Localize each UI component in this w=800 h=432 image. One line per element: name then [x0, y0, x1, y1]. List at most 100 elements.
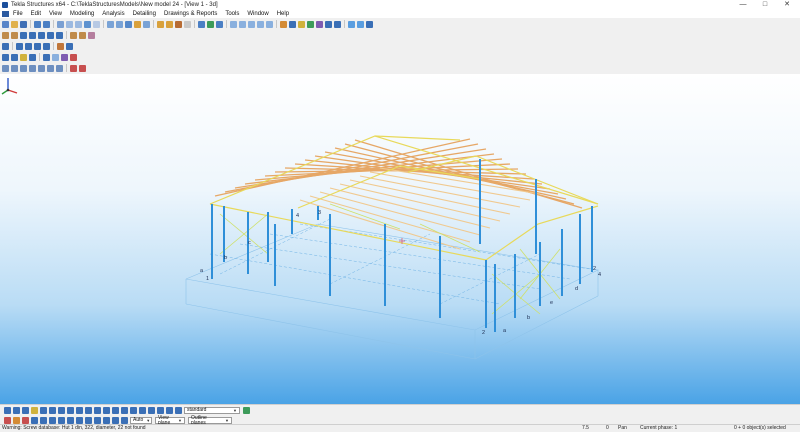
steel-beam-icon[interactable] — [16, 42, 23, 50]
cut-icon[interactable] — [29, 53, 36, 61]
view-plane-icon[interactable] — [116, 20, 123, 28]
plane-dropdown[interactable]: View plane ▼ — [155, 415, 185, 425]
snap-line-extension-icon[interactable] — [76, 417, 83, 424]
component-catalog-icon[interactable] — [157, 20, 164, 28]
redraw-icon[interactable] — [134, 20, 141, 28]
concrete-beam-icon[interactable] — [29, 31, 36, 39]
properties-icon[interactable] — [93, 20, 100, 28]
snap-extension-icon[interactable] — [49, 417, 56, 424]
snap-depth-icon[interactable] — [103, 417, 110, 424]
select-views-icon[interactable] — [58, 407, 65, 414]
undo-icon[interactable] — [34, 20, 41, 28]
close-button[interactable]: ✕ — [776, 0, 798, 9]
select-welds-filter-icon[interactable] — [76, 407, 83, 414]
select-parts-filter-icon[interactable] — [31, 407, 38, 414]
select-assembly-icon[interactable] — [334, 20, 341, 28]
select-assemblies-icon[interactable] — [103, 407, 110, 414]
drawing-list-icon[interactable] — [184, 20, 191, 28]
steel-column-icon[interactable] — [2, 42, 9, 50]
filter-settings-icon[interactable] — [243, 407, 250, 414]
view-window-icon[interactable] — [107, 20, 114, 28]
applications-icon[interactable] — [166, 20, 173, 28]
select-texts-icon[interactable] — [175, 407, 182, 414]
concrete-panel-icon[interactable] — [38, 31, 45, 39]
snap-plane-icon[interactable] — [94, 417, 101, 424]
menu-edit[interactable]: Edit — [31, 11, 41, 17]
select-rebar-icon[interactable] — [121, 407, 128, 414]
snap-perpendicular-icon[interactable] — [56, 64, 63, 72]
menu-tools[interactable]: Tools — [225, 11, 239, 17]
select-all-icon[interactable] — [289, 20, 296, 28]
snap-points-icon[interactable] — [348, 20, 355, 28]
menu-file[interactable]: File — [13, 11, 23, 17]
snap-override-icon[interactable] — [79, 64, 86, 72]
snap-geo-lines-icon[interactable] — [22, 417, 29, 424]
concrete-strip-footing-icon[interactable] — [11, 31, 18, 39]
snap-ref-points-icon[interactable] — [13, 417, 20, 424]
copy-icon[interactable] — [66, 20, 73, 28]
bolt-icon[interactable] — [66, 42, 73, 50]
save-icon[interactable] — [20, 20, 27, 28]
open-model-icon[interactable] — [11, 20, 18, 28]
connection-icon[interactable] — [11, 53, 18, 61]
surface-treatment-icon[interactable] — [61, 53, 68, 61]
select-marks-icon[interactable] — [166, 407, 173, 414]
document-menu-icon[interactable] — [2, 10, 9, 17]
twin-profile-icon[interactable] — [43, 42, 50, 50]
menu-help[interactable]: Help — [277, 11, 289, 17]
snap-lines-icon[interactable] — [357, 20, 364, 28]
model-viewport-3d[interactable]: a 1 b c 4 3 2 a b e d 2 4 — [0, 74, 800, 404]
menu-analysis[interactable]: Analysis — [102, 11, 124, 17]
rebar-icon[interactable] — [56, 31, 63, 39]
select-components-icon[interactable] — [325, 20, 332, 28]
maximize-button[interactable]: □ — [754, 0, 776, 9]
line-icon[interactable] — [248, 20, 255, 28]
select-parts-icon[interactable] — [298, 20, 305, 28]
select-dims-icon[interactable] — [157, 407, 164, 414]
snap-intersection-icon[interactable] — [47, 64, 54, 72]
select-pointer-icon[interactable] — [4, 407, 11, 414]
snap-orthogonal-icon[interactable] — [58, 417, 65, 424]
select-bolts-filter-icon[interactable] — [67, 407, 74, 414]
new-model-icon[interactable] — [2, 20, 9, 28]
minimize-button[interactable]: — — [732, 0, 754, 9]
select-components-filter-icon[interactable] — [112, 407, 119, 414]
menu-window[interactable]: Window — [247, 11, 268, 17]
snap-reference-icon[interactable] — [2, 64, 9, 72]
select-bolts-icon[interactable] — [316, 20, 323, 28]
snap-center-icon[interactable] — [29, 64, 36, 72]
lock-icon[interactable] — [207, 20, 214, 28]
view-3d-icon[interactable] — [125, 20, 132, 28]
select-welds-icon[interactable] — [307, 20, 314, 28]
embed-icon[interactable] — [79, 31, 86, 39]
snap-focus-icon[interactable] — [85, 417, 92, 424]
menu-modeling[interactable]: Modeling — [70, 11, 94, 17]
contour-plate-icon[interactable] — [57, 42, 64, 50]
snap-grid-points-icon[interactable] — [112, 417, 119, 424]
concrete-footing-icon[interactable] — [2, 31, 9, 39]
select-objects-icon[interactable] — [13, 407, 20, 414]
chamfer-icon[interactable] — [52, 53, 59, 61]
snap-nearest-icon[interactable] — [31, 417, 38, 424]
select-points-icon[interactable] — [22, 407, 29, 414]
zoom-icon[interactable] — [84, 20, 91, 28]
paste-icon[interactable] — [75, 20, 82, 28]
planes-display-dropdown[interactable]: Outline planes ▼ — [188, 415, 232, 425]
select-grids-icon[interactable] — [85, 407, 92, 414]
component-icon[interactable] — [2, 53, 9, 61]
fit-view-icon[interactable] — [143, 20, 150, 28]
redo-icon[interactable] — [43, 20, 50, 28]
polybeam-icon[interactable] — [25, 42, 32, 50]
filter-icon[interactable] — [198, 20, 205, 28]
snap-ref-lines-icon[interactable] — [4, 417, 11, 424]
grid-icon[interactable] — [230, 20, 237, 28]
select-pours-icon[interactable] — [139, 407, 146, 414]
select-loads-icon[interactable] — [130, 407, 137, 414]
select-planes-icon[interactable] — [148, 407, 155, 414]
fitting-icon[interactable] — [43, 53, 50, 61]
report-icon[interactable] — [175, 20, 182, 28]
pour-icon[interactable] — [70, 31, 77, 39]
snap-geometry-icon[interactable] — [11, 64, 18, 72]
mesh-icon[interactable] — [88, 31, 95, 39]
dimension-icon[interactable] — [257, 20, 264, 28]
